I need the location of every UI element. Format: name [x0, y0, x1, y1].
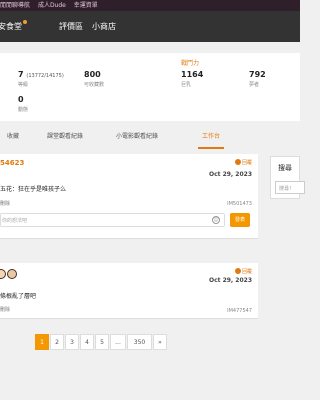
posts-value: 0 [18, 95, 24, 104]
comment-username[interactable]: 54623 [0, 159, 24, 167]
battle-power-1-value: 1164 [181, 70, 204, 79]
delete-link[interactable]: 刪除 [0, 306, 10, 313]
reply-input[interactable]: 你的想法吧 ☺ [0, 213, 225, 227]
reply-badge[interactable]: 回覆 [234, 159, 252, 166]
level-label: 等級 [18, 82, 29, 88]
posts-label: 動態 [18, 107, 29, 113]
comment-text: 條根亂了層吧 [0, 293, 37, 300]
page-3[interactable]: 3 [65, 334, 79, 350]
page-4[interactable]: 4 [80, 334, 94, 350]
comment-id: IM501473 [227, 201, 252, 207]
send-button[interactable]: 發表 [230, 213, 250, 227]
emoji-icon[interactable]: ☺ [212, 216, 220, 224]
top-banner: 閒閒聊導航 成人Dude 幸運資單 [0, 0, 300, 11]
search-widget: 搜尋 搜尋！ [270, 156, 305, 199]
nav-item-canteen-label: 安食堂 [0, 22, 22, 31]
reply-badge-label: 回覆 [241, 269, 252, 275]
comment-id: IM477547 [227, 308, 252, 314]
comment-date: Oct 29, 2023 [208, 171, 252, 178]
battle-power-2: 792 夢者 [249, 70, 266, 88]
nav-item-shop[interactable]: 小商店 [92, 11, 116, 42]
tab-workbench[interactable]: 工作台 [198, 127, 225, 149]
battle-power-title: 戰鬥力 [181, 60, 200, 67]
nav-item-canteen[interactable]: 安食堂 [0, 11, 27, 42]
reply-icon [234, 268, 241, 274]
coins-label: 可收藏數 [84, 82, 105, 88]
comment-date: Oct 29, 2023 [208, 277, 252, 284]
notification-dot-icon [23, 20, 27, 24]
tab-class-history[interactable]: 課堂觀看紀錄 [47, 127, 83, 149]
topbar-link-3[interactable]: 幸運資單 [74, 2, 98, 9]
avatar[interactable] [0, 269, 6, 279]
search-input[interactable]: 搜尋！ [275, 181, 305, 194]
next-page-button[interactable]: » [153, 334, 167, 350]
topbar-link-1[interactable]: 閒閒聊導航 [0, 2, 30, 9]
main-nav: 安食堂 評價區 小商店 [0, 11, 300, 42]
delete-link[interactable]: 刪除 [0, 200, 10, 207]
nav-item-reviews[interactable]: 評價區 [59, 11, 83, 42]
battle-power-2-value: 792 [249, 70, 266, 79]
level-value: 7 [18, 70, 24, 79]
page-ellipsis: ... [110, 334, 126, 350]
tab-favorites[interactable]: 收藏 [7, 127, 19, 149]
avatar[interactable] [7, 269, 17, 279]
level-progress: (13772/14175) [26, 73, 64, 79]
page-last[interactable]: 350 [127, 334, 152, 350]
level-stat: 7 (13772/14175) 等級 [18, 70, 64, 88]
reply-badge-label: 回覆 [241, 160, 252, 166]
reply-badge[interactable]: 回覆 [234, 268, 252, 275]
page-2[interactable]: 2 [50, 334, 64, 350]
page-1[interactable]: 1 [35, 334, 49, 350]
reply-placeholder: 你的想法吧 [2, 218, 28, 224]
profile-tabs: 收藏 課堂觀看紀錄 小電影觀看紀錄 工作台 [0, 127, 300, 149]
stats-panel: 7 (13772/14175) 等級 800 可收藏數 0 動態 1164 巨乳… [0, 53, 300, 121]
comment-text: 五花：狂在乎是唯孩子么 [0, 186, 67, 193]
battle-power-1: 1164 巨乳 [181, 70, 203, 88]
tab-movie-history[interactable]: 小電影觀看紀錄 [116, 127, 158, 149]
comment-card: 回覆 Oct 29, 2023 條根亂了層吧 刪除 IM477547 [0, 263, 258, 319]
reply-icon [234, 159, 241, 165]
comment-card: 54623 回覆 Oct 29, 2023 五花：狂在乎是唯孩子么 刪除 IM5… [0, 154, 258, 239]
posts-stat: 0 動態 [18, 95, 28, 113]
battle-power-2-label: 夢者 [249, 82, 260, 88]
coins-value: 800 [84, 70, 101, 79]
coins-stat: 800 可收藏數 [84, 70, 104, 88]
topbar-link-2[interactable]: 成人Dude [38, 2, 66, 9]
page-5[interactable]: 5 [95, 334, 109, 350]
battle-power-1-label: 巨乳 [181, 82, 192, 88]
search-title: 搜尋 [278, 164, 292, 172]
search-placeholder: 搜尋！ [279, 186, 295, 192]
